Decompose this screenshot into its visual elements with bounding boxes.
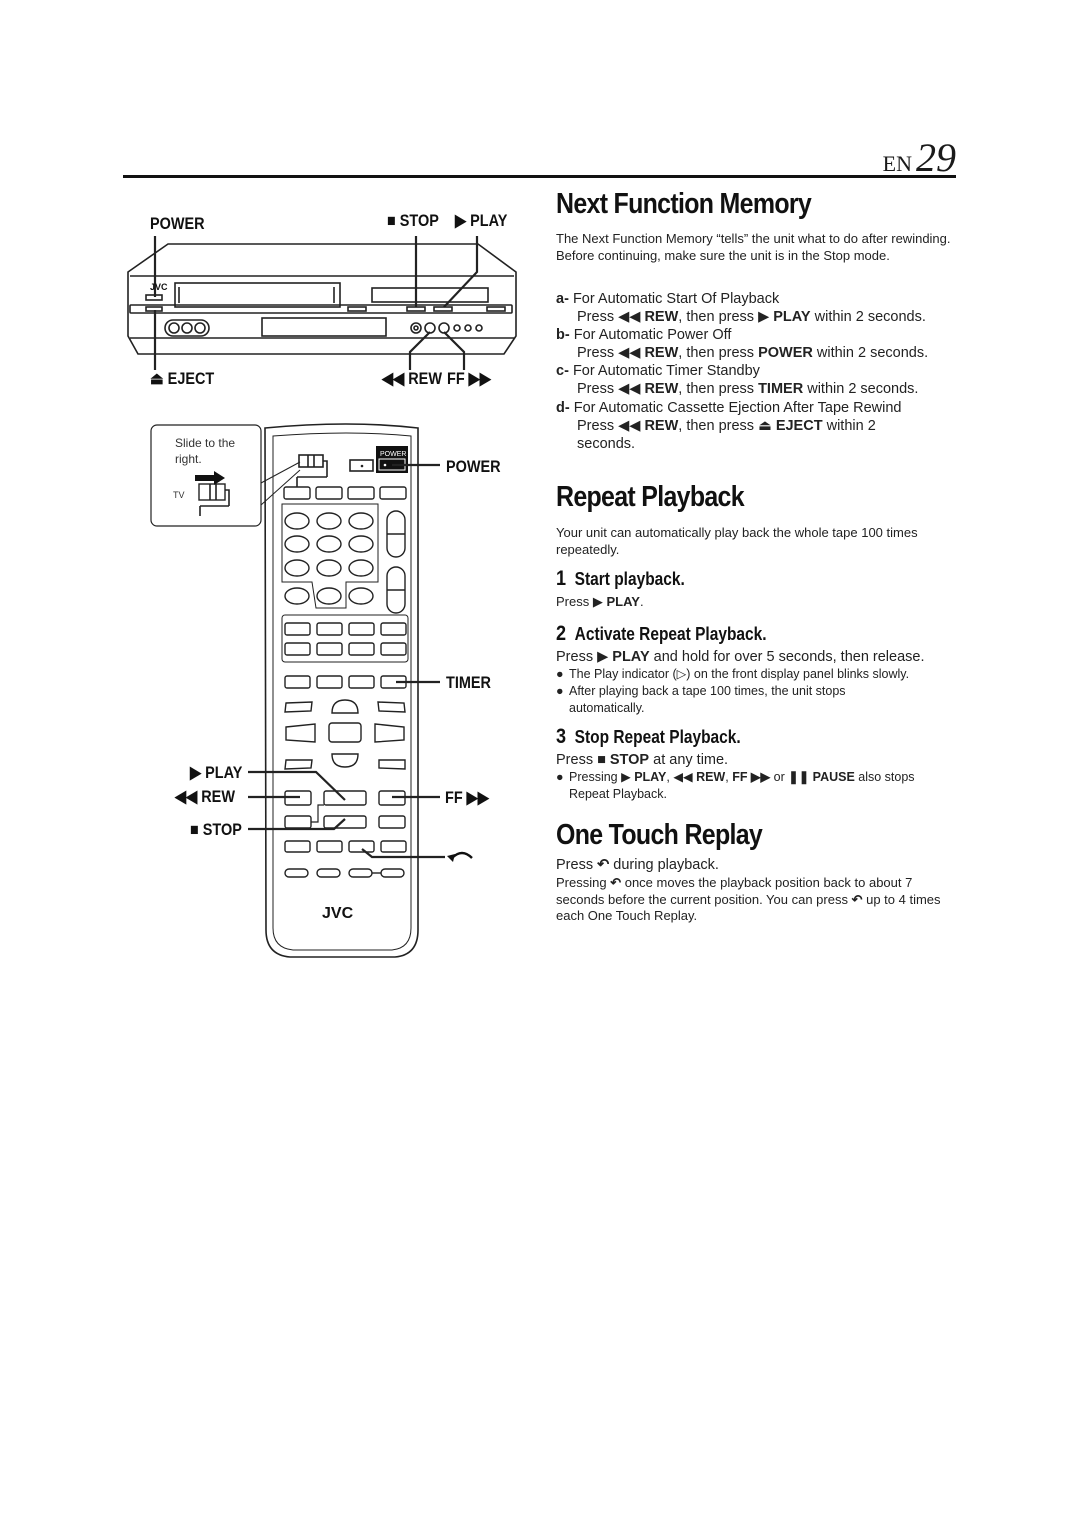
- vcr-label-ff: FF ▶▶: [447, 369, 491, 388]
- step-1-text: Press ▶ PLAY.: [556, 594, 644, 609]
- remote-label-power: POWER: [446, 457, 501, 476]
- vcr-unit: [127, 243, 517, 355]
- vcr-brand-logo: JVC: [150, 282, 168, 292]
- step-3-title: 3 Stop Repeat Playback.: [556, 725, 741, 748]
- step-3-bullet: ● Pressing ▶ PLAY, ◀◀ REW, FF ▶▶ or ❚❚ PA…: [556, 770, 915, 801]
- remote-brand-logo: JVC: [322, 905, 354, 922]
- remote-label-stop: ■ STOP: [190, 820, 242, 839]
- remote-label-rew: ◀◀ REW: [175, 787, 235, 806]
- replay-icon: ↶: [597, 857, 610, 873]
- replay-icon: ↶: [610, 875, 622, 890]
- next-function-intro: The Next Function Memory “tells” the uni…: [556, 231, 951, 263]
- remote-label-timer: TIMER: [446, 673, 491, 692]
- replay-icon: ↶: [851, 891, 863, 907]
- vcr-label-stop: ■ STOP: [387, 211, 439, 230]
- switch-tv-label: TV: [173, 490, 185, 500]
- replay-icon: [451, 851, 473, 859]
- nfm-item-c: c- For Automatic Timer Standby Press ◀◀ …: [556, 363, 919, 397]
- replay-description: Pressing ↶ once moves the playback posit…: [556, 875, 941, 923]
- step-2-title: 2 Activate Repeat Playback.: [556, 622, 767, 645]
- page-number-value: 29: [916, 135, 956, 180]
- nfm-item-b: b- For Automatic Power Off Press ◀◀ REW,…: [556, 327, 929, 361]
- repeat-intro: Your unit can automatically play back th…: [556, 525, 918, 557]
- vcr-remote-illustration: JVC JVC POWER Slide to the right. TV: [127, 236, 517, 958]
- replay-instruction: Press ↶ during playback.: [556, 857, 719, 873]
- vcr-label-eject: ⏏ EJECT: [150, 369, 215, 388]
- vcr-label-rew: ◀◀ REW: [382, 369, 442, 388]
- heading-next-function-memory: Next Function Memory: [556, 188, 812, 220]
- nfm-item-d: d- For Automatic Cassette Ejection After…: [556, 400, 902, 452]
- remote-power-key-label: POWER: [380, 451, 406, 458]
- heading-repeat-playback: Repeat Playback: [556, 481, 745, 513]
- language-code: EN: [882, 151, 912, 176]
- step-1-title: 1 Start playback.: [556, 567, 685, 590]
- callout-text-line1: Slide to the: [175, 436, 235, 450]
- callout-text-line2: right.: [175, 452, 202, 466]
- step-3-text: Press ■ STOP at any time.: [556, 752, 729, 768]
- vcr-label-play: ▶ PLAY: [455, 211, 508, 230]
- page-number: EN 29: [883, 134, 956, 181]
- heading-one-touch-replay: One Touch Replay: [556, 819, 763, 851]
- step-2-bullet-2: ● After playing back a tape 100 times, th…: [556, 684, 846, 715]
- step-2-bullet-1: ● The Play indicator (▷) on the front dis…: [556, 667, 910, 681]
- remote-label-ff: FF ▶▶: [445, 788, 489, 807]
- vcr-label-power: POWER: [150, 214, 205, 233]
- remote-label-play: ▶ PLAY: [190, 763, 243, 782]
- nfm-item-a: a- For Automatic Start Of Playback Press…: [556, 291, 926, 325]
- step-2-text: Press ▶ PLAY and hold for over 5 seconds…: [556, 649, 925, 665]
